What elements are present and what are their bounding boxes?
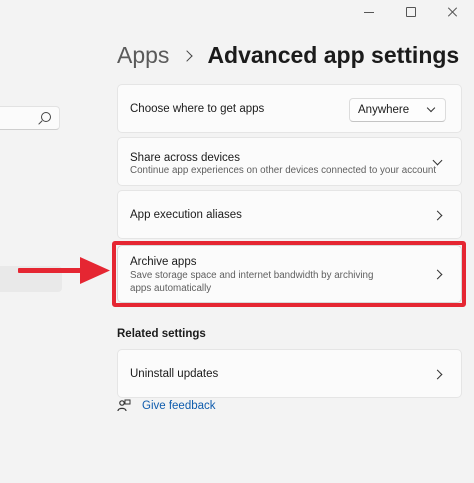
setting-app-execution-aliases[interactable]: App execution aliases — [117, 190, 462, 239]
chevron-right-icon — [432, 369, 443, 380]
setting-uninstall-updates[interactable]: Uninstall updates — [117, 349, 462, 398]
minimize-icon — [364, 11, 374, 13]
get-apps-dropdown[interactable]: Anywhere — [349, 98, 446, 122]
page-title: Advanced app settings — [207, 42, 460, 68]
highlight-box — [112, 241, 466, 307]
close-button[interactable] — [432, 0, 474, 24]
window-controls — [348, 0, 474, 24]
setting-get-apps-title: Choose where to get apps — [130, 103, 265, 115]
setting-share-devices-description: Continue app experiences on other device… — [130, 165, 437, 176]
settings-window: Apps Advanced app settings Choose where … — [0, 0, 474, 483]
feedback-icon — [117, 399, 131, 412]
minimize-button[interactable] — [348, 0, 390, 24]
maximize-icon — [406, 7, 416, 17]
breadcrumb: Apps Advanced app settings — [117, 42, 459, 69]
annotation-arrow-icon — [18, 257, 110, 284]
setting-share-devices[interactable]: Share across devices Continue app experi… — [117, 137, 462, 186]
give-feedback-label: Give feedback — [142, 400, 216, 412]
give-feedback-link[interactable]: Give feedback — [117, 399, 216, 413]
search-icon — [41, 112, 51, 122]
breadcrumb-apps-link[interactable]: Apps — [117, 42, 169, 69]
related-settings-heading: Related settings — [117, 328, 206, 340]
setting-share-devices-title: Share across devices — [130, 152, 240, 164]
chevron-down-icon — [432, 155, 443, 166]
setting-aliases-title: App execution aliases — [130, 209, 242, 221]
chevron-right-icon — [181, 49, 194, 62]
search-input[interactable] — [0, 106, 60, 130]
chevron-down-icon — [426, 103, 436, 113]
setting-get-apps: Choose where to get apps Anywhere — [117, 84, 462, 133]
get-apps-dropdown-value: Anywhere — [358, 104, 410, 116]
maximize-button[interactable] — [390, 0, 432, 24]
setting-uninstall-updates-title: Uninstall updates — [130, 368, 219, 380]
chevron-right-icon — [432, 210, 443, 221]
close-icon — [448, 7, 458, 17]
